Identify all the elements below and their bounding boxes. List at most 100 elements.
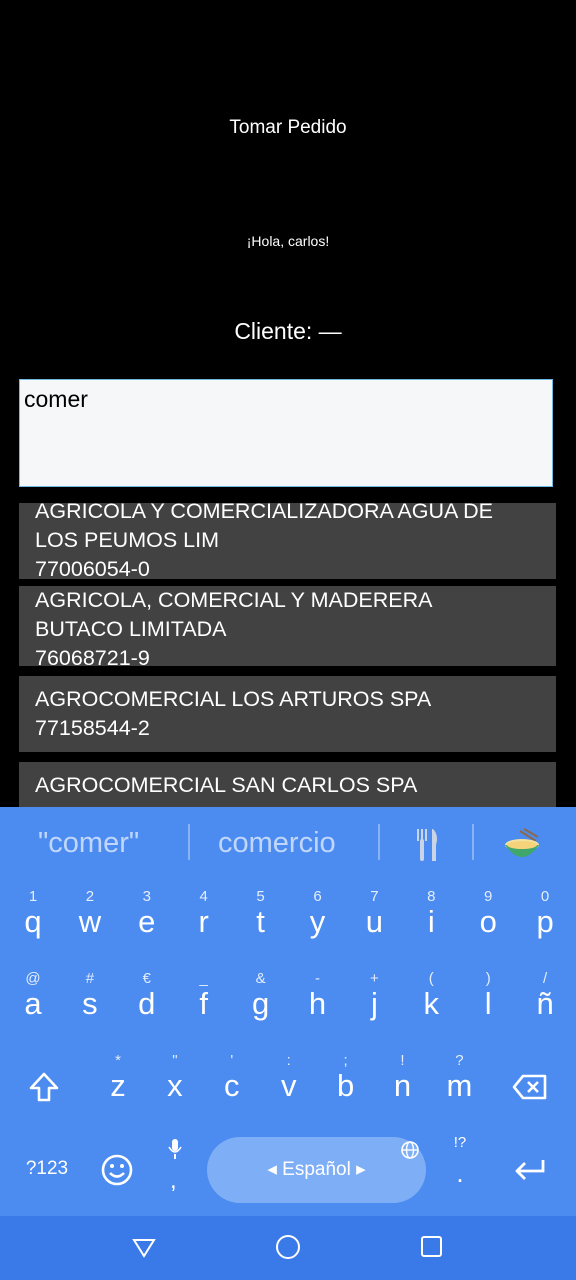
greeting-text: ¡Hola, carlos!	[246, 233, 330, 249]
key-hint: 9	[484, 888, 493, 905]
key-hint: /	[543, 970, 548, 987]
key-b[interactable]: ; b	[318, 1052, 374, 1116]
result-name-cont: BUTACO LIMITADA	[35, 617, 227, 641]
key-ñ[interactable]: / ñ	[517, 970, 573, 1034]
key-label: j	[370, 986, 378, 1021]
key-label: q	[24, 904, 42, 939]
key-label: d	[138, 986, 156, 1021]
key-a[interactable]: @ a	[5, 970, 61, 1034]
result-item[interactable]: AGROCOMERCIAL LOS ARTUROS SPA 77158544-2	[19, 676, 556, 752]
smiley-icon	[101, 1154, 133, 1186]
key-g[interactable]: & g	[233, 970, 289, 1034]
key-h[interactable]: -h	[290, 970, 346, 1034]
shift-icon	[29, 1072, 59, 1102]
suggestion-2[interactable]: comercio	[218, 827, 336, 860]
recents-square-icon[interactable]	[420, 1234, 444, 1260]
result-item[interactable]: AGRICOLA Y COMERCIALIZADORA AGUA DE LOS …	[19, 503, 556, 579]
key-hint: €	[142, 970, 151, 987]
period-key[interactable]: !? .	[446, 1134, 474, 1194]
key-label: ñ	[536, 986, 554, 1021]
space-bar[interactable]: ◂ Español ▸	[207, 1137, 426, 1203]
page-title: Tomar Pedido	[229, 117, 347, 138]
key-hint: #	[85, 970, 95, 987]
key-e[interactable]: 3e	[119, 888, 175, 952]
key-k[interactable]: (k	[403, 970, 459, 1034]
key-hint: @	[25, 970, 41, 987]
key-n[interactable]: ! n	[375, 1052, 431, 1116]
key-q[interactable]: 1q	[5, 888, 61, 952]
result-item[interactable]: AGROCOMERCIAL SAN CARLOS SPA	[19, 762, 556, 807]
key-hint: &	[255, 970, 266, 987]
result-rut: 77006054-0	[35, 557, 150, 579]
key-l[interactable]: ) l	[460, 970, 516, 1034]
key-r[interactable]: 4r	[176, 888, 232, 952]
key-i[interactable]: 8i	[403, 888, 459, 952]
key-label: i	[427, 904, 435, 939]
shift-key[interactable]	[28, 1070, 60, 1106]
result-name: AGROCOMERCIAL LOS ARTUROS SPA	[35, 687, 432, 711]
backspace-key[interactable]	[512, 1073, 548, 1103]
key-t[interactable]: 5t	[233, 888, 289, 952]
back-triangle-icon[interactable]	[131, 1234, 157, 1260]
key-hint: ?	[455, 1052, 464, 1069]
emoji-key[interactable]	[100, 1153, 134, 1187]
key-hint: 5	[256, 888, 265, 905]
symbols-key-label: ?123	[25, 1158, 69, 1179]
key-label: a	[24, 986, 42, 1021]
key-u[interactable]: 7u	[346, 888, 402, 952]
period-hint: !?	[453, 1134, 467, 1151]
key-label: k	[423, 986, 440, 1021]
navigation-bar	[0, 1216, 576, 1280]
key-o[interactable]: 9o	[460, 888, 516, 952]
key-label: c	[224, 1068, 240, 1103]
globe-key[interactable]	[396, 1140, 424, 1164]
key-hint: )	[485, 970, 491, 987]
search-box[interactable]	[19, 379, 553, 487]
key-hint: 1	[28, 888, 38, 905]
result-item[interactable]: AGRICOLA, COMERCIAL Y MADERERA BUTACO LI…	[19, 586, 556, 666]
comma-key[interactable]: ,	[162, 1137, 188, 1201]
enter-key[interactable]	[512, 1156, 548, 1184]
key-label: o	[479, 904, 497, 939]
key-hint: :	[286, 1052, 291, 1069]
key-v[interactable]: :v	[261, 1052, 317, 1116]
home-circle-icon[interactable]	[275, 1234, 301, 1260]
result-rut: 77158544-2	[35, 716, 150, 740]
backspace-icon	[512, 1074, 547, 1100]
key-d[interactable]: € d	[119, 970, 175, 1034]
search-input[interactable]	[20, 380, 552, 419]
suggestion-1[interactable]: "comer"	[38, 827, 139, 860]
fork-knife-emoji-icon[interactable]	[412, 827, 442, 863]
suggestion-divider	[472, 824, 474, 860]
key-s[interactable]: # s	[62, 970, 118, 1034]
key-label: h	[308, 986, 327, 1021]
key-w[interactable]: 2w	[62, 888, 118, 952]
key-label: f	[199, 986, 208, 1021]
result-name: AGRICOLA Y COMERCIALIZADORA AGUA DE	[35, 503, 494, 523]
key-m[interactable]: ? m	[431, 1052, 487, 1116]
key-label: n	[393, 1068, 412, 1103]
key-z[interactable]: * z	[90, 1052, 146, 1116]
result-name: AGRICOLA, COMERCIAL Y MADERERA	[35, 588, 433, 612]
enter-icon	[515, 1160, 545, 1180]
key-y[interactable]: 6y	[290, 888, 346, 952]
globe-icon	[401, 1141, 419, 1159]
noodle-bowl-emoji-icon[interactable]	[502, 825, 542, 865]
key-label: x	[167, 1068, 183, 1103]
key-label: r	[198, 904, 209, 939]
result-name-cont: LOS PEUMOS LIM	[35, 528, 219, 552]
result-name: AGROCOMERCIAL SAN CARLOS SPA	[35, 773, 418, 797]
key-c[interactable]: ' c	[204, 1052, 260, 1116]
key-hint: '	[230, 1052, 234, 1069]
key-p[interactable]: 0p	[517, 888, 573, 952]
key-f[interactable]: _ f	[176, 970, 232, 1034]
key-label: u	[365, 904, 384, 939]
key-label: w	[78, 904, 102, 939]
space-bar-label: ◂ Español ▸	[267, 1159, 366, 1180]
key-x[interactable]: " x	[147, 1052, 203, 1116]
suggestion-strip: "comer" comercio	[0, 807, 576, 882]
key-hint: (	[428, 970, 434, 987]
key-j[interactable]: + j	[346, 970, 402, 1034]
key-hint: 0	[540, 888, 550, 905]
symbols-key[interactable]: ?123	[14, 1158, 80, 1184]
